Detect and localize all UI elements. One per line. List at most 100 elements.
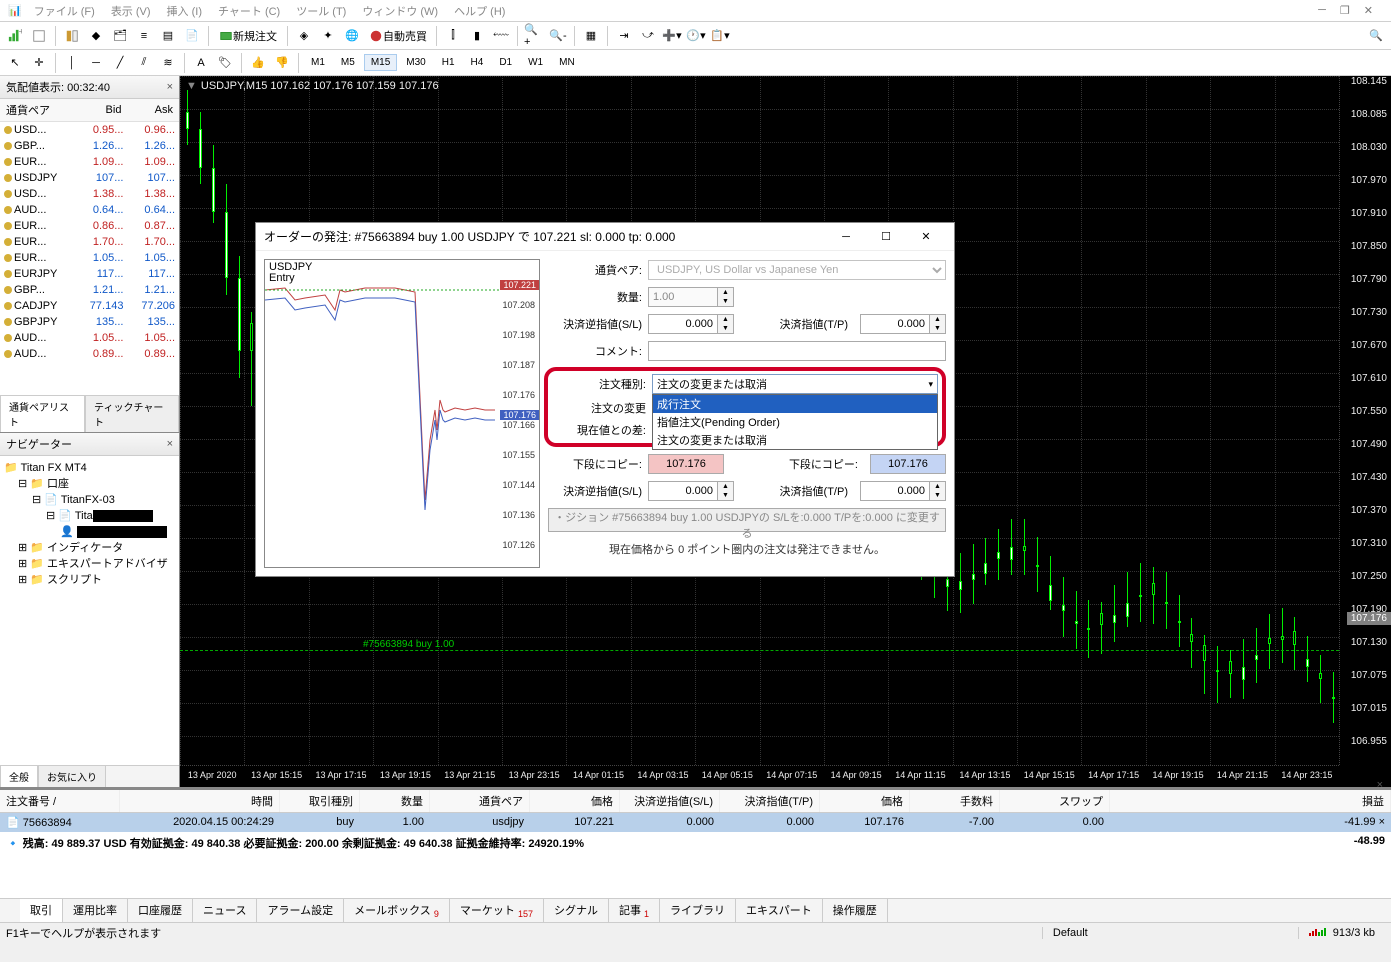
tf-m30[interactable]: M30	[399, 54, 432, 71]
hline-tool[interactable]: ─	[85, 52, 107, 74]
term-tab-history[interactable]: 口座履歴	[128, 899, 193, 922]
zoom-in-icon[interactable]: 🔍+	[523, 25, 545, 47]
mw-symbol-row[interactable]: AUD...1.05...1.05...	[0, 330, 179, 346]
shift-icon[interactable]: ⇥	[613, 25, 635, 47]
term-tab-market[interactable]: マーケット 157	[450, 899, 544, 922]
profile-button[interactable]	[28, 25, 50, 47]
crosshair-tool[interactable]: ✛	[28, 52, 50, 74]
restore-icon[interactable]: ❐	[1334, 2, 1356, 19]
min-icon[interactable]: ─	[1312, 2, 1332, 19]
th-price2[interactable]: 価格	[820, 790, 910, 812]
term-tab-alarm[interactable]: アラーム設定	[257, 899, 344, 922]
menu-window[interactable]: ウィンドウ (W)	[354, 1, 446, 21]
th-profit[interactable]: 損益	[1110, 790, 1391, 812]
candle-chart-icon[interactable]: ▮	[466, 25, 488, 47]
nav-accounts[interactable]: ⊟ 📁 口座	[4, 476, 175, 492]
close-icon[interactable]: ✕	[1358, 2, 1379, 19]
mw-symbol-row[interactable]: EUR...1.70...1.70...	[0, 234, 179, 250]
tile-icon[interactable]: ▦	[580, 25, 602, 47]
navigator-close[interactable]: ×	[167, 438, 173, 450]
th-comm[interactable]: 手数料	[910, 790, 1000, 812]
options-button[interactable]: ✦	[317, 25, 339, 47]
cursor-tool[interactable]: ↖	[4, 52, 26, 74]
mw-symbol-row[interactable]: EUR...0.86...0.87...	[0, 218, 179, 234]
th-vol[interactable]: 数量	[360, 790, 430, 812]
th-swap[interactable]: スワップ	[1000, 790, 1110, 812]
nav-indicators[interactable]: ⊞ 📁 インディケータ	[4, 540, 175, 556]
template-icon[interactable]: 📋▾	[709, 25, 731, 47]
mw-tab-tick[interactable]: ティックチャート	[85, 396, 179, 432]
tf-m1[interactable]: M1	[304, 54, 332, 71]
th-time[interactable]: 時間	[120, 790, 280, 812]
th-price[interactable]: 価格	[530, 790, 620, 812]
marketwatch-toggle[interactable]	[61, 25, 83, 47]
sl2-input[interactable]: ▲▼	[648, 481, 734, 501]
mw-symbol-row[interactable]: EUR...1.09...1.09...	[0, 154, 179, 170]
mw-h-ask[interactable]: Ask	[127, 99, 179, 122]
close-order-icon[interactable]: ×	[1379, 816, 1385, 828]
mw-symbol-row[interactable]: GBP...1.26...1.26...	[0, 138, 179, 154]
mw-symbol-row[interactable]: USD...0.95...0.96...	[0, 122, 179, 139]
comment-input[interactable]	[648, 341, 946, 361]
term-tab-news[interactable]: ニュース	[193, 899, 257, 922]
copy-low-red-button[interactable]: 107.176	[648, 454, 724, 474]
ordertype-option-pending[interactable]: 指値注文(Pending Order)	[653, 413, 937, 431]
tf-mn[interactable]: MN	[552, 54, 582, 71]
menu-help[interactable]: ヘルプ (H)	[446, 1, 513, 21]
ordertype-option-market[interactable]: 成行注文	[653, 395, 937, 413]
mw-h-bid[interactable]: Bid	[76, 99, 128, 122]
term-tab-library[interactable]: ライブラリ	[660, 899, 736, 922]
marketwatch-close[interactable]: ×	[167, 81, 173, 93]
nav-acct1[interactable]: ⊟ 📄 TitanFX-03	[4, 492, 175, 508]
dialog-min[interactable]: ─	[826, 225, 866, 249]
th-order[interactable]: 注文番号 /	[0, 790, 120, 812]
metaeditor-button[interactable]: ◈	[293, 25, 315, 47]
term-tab-ophist[interactable]: 操作履歴	[823, 899, 888, 922]
dialog-close[interactable]: ✕	[906, 225, 946, 249]
terminal-close[interactable]: ×	[1377, 779, 1383, 791]
bar-chart-icon[interactable]: ⫿	[442, 25, 464, 47]
ordertype-select[interactable]: 注文の変更または取消▾	[652, 374, 938, 394]
mw-symbol-row[interactable]: EURJPY117...117...	[0, 266, 179, 282]
mw-symbol-row[interactable]: CADJPY77.14377.206	[0, 298, 179, 314]
line-chart-icon[interactable]: ⬳	[490, 25, 512, 47]
mw-symbol-row[interactable]: GBP...1.21...1.21...	[0, 282, 179, 298]
nav-acct2[interactable]: ⊟ 📄 Tita	[4, 508, 175, 524]
th-sl[interactable]: 決済逆指値(S/L)	[620, 790, 720, 812]
volume-input[interactable]: ▲▼	[648, 287, 734, 307]
tf-w1[interactable]: W1	[521, 54, 550, 71]
menu-insert[interactable]: 挿入 (I)	[159, 1, 210, 21]
mw-symbol-row[interactable]: USD...1.38...1.38...	[0, 186, 179, 202]
label-tool[interactable]: 🏷	[214, 52, 236, 74]
mw-symbol-row[interactable]: AUD...0.89...0.89...	[0, 346, 179, 362]
zoom-out-icon[interactable]: 🔍-	[547, 25, 569, 47]
tf-h4[interactable]: H4	[464, 54, 491, 71]
mw-tab-list[interactable]: 通貨ペアリスト	[0, 396, 85, 432]
menu-view[interactable]: 表示 (V)	[103, 1, 159, 21]
sl-input[interactable]: ▲▼	[648, 314, 734, 334]
mw-symbol-row[interactable]: GBPJPY135...135...	[0, 314, 179, 330]
new-order-button[interactable]: 新規注文	[214, 25, 282, 47]
insert-indicator-icon[interactable]: ➕▾	[661, 25, 683, 47]
terminal-order-row[interactable]: 📄 75663894 2020.04.15 00:24:29 buy 1.00 …	[0, 813, 1391, 832]
autotrade-button[interactable]: 自動売買	[365, 25, 431, 47]
term-tab-trade[interactable]: 取引	[20, 899, 63, 922]
periodicity-icon[interactable]: 🕐▾	[685, 25, 707, 47]
navigator-toggle[interactable]: 🗂	[109, 25, 131, 47]
term-tab-signal[interactable]: シグナル	[544, 899, 609, 922]
menu-tool[interactable]: ツール (T)	[288, 1, 354, 21]
nav-tab-fav[interactable]: お気に入り	[38, 766, 106, 787]
term-tab-expert[interactable]: エキスパート	[736, 899, 823, 922]
th-type[interactable]: 取引種別	[280, 790, 360, 812]
thumbs-down-icon[interactable]: 👎	[271, 52, 293, 74]
search-icon[interactable]: 🔍	[1365, 25, 1387, 47]
datawindow-toggle[interactable]: ◆	[85, 25, 107, 47]
globe-icon[interactable]: 🌐	[341, 25, 363, 47]
tf-m15[interactable]: M15	[364, 54, 397, 71]
new-chart-button[interactable]: +	[4, 25, 26, 47]
copy-low-blue-button[interactable]: 107.176	[870, 454, 946, 474]
fibo-tool[interactable]: ≋	[157, 52, 179, 74]
dialog-max[interactable]: ☐	[866, 225, 906, 249]
tp2-input[interactable]: ▲▼	[860, 481, 946, 501]
th-tp[interactable]: 決済指値(T/P)	[720, 790, 820, 812]
